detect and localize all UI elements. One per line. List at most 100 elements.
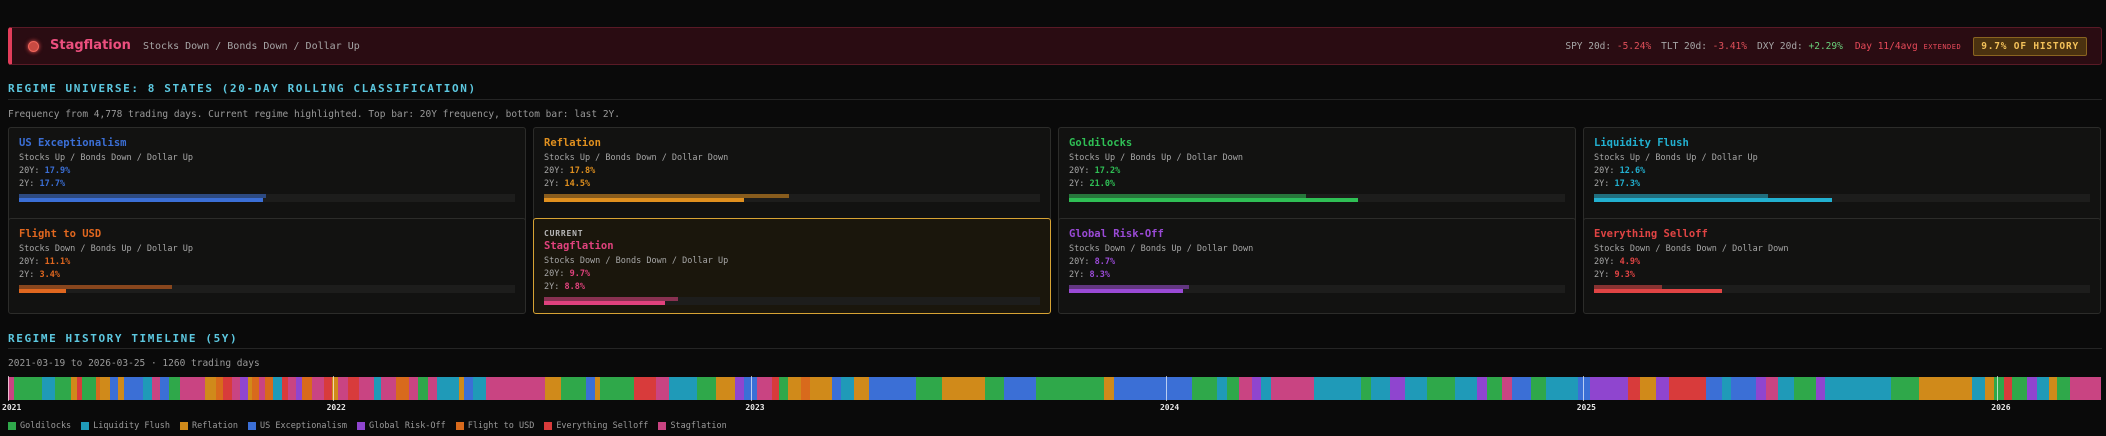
timeline-segment[interactable] — [1765, 377, 1779, 400]
regime-card-us-exceptionalism[interactable]: US Exceptionalism Stocks Up / Bonds Down … — [8, 127, 526, 223]
timeline-segment[interactable] — [1530, 377, 1547, 400]
timeline-segment[interactable] — [1270, 377, 1315, 400]
timeline-segment[interactable] — [1778, 377, 1794, 400]
timeline-segment[interactable] — [338, 377, 348, 400]
timeline-segment[interactable] — [1477, 377, 1487, 400]
timeline-segment[interactable] — [427, 377, 438, 400]
timeline-segment[interactable] — [916, 377, 942, 400]
timeline-segment[interactable] — [288, 377, 297, 400]
timeline-segment[interactable] — [600, 377, 635, 400]
timeline-segment[interactable] — [1370, 377, 1390, 400]
timeline-segment[interactable] — [264, 377, 273, 400]
regime-card-goldilocks[interactable]: Goldilocks Stocks Up / Bonds Up / Dollar … — [1058, 127, 1576, 223]
timeline-segment[interactable] — [1668, 377, 1707, 400]
timeline-segment[interactable] — [831, 377, 842, 400]
timeline-segment[interactable] — [1972, 377, 1985, 400]
timeline-segment[interactable] — [560, 377, 586, 400]
regime-card-stagflation[interactable]: CURRENT Stagflation Stocks Down / Bonds Do… — [533, 218, 1051, 314]
regime-card-flight-to-usd[interactable]: Flight to USD Stocks Down / Bonds Up / Do… — [8, 218, 526, 314]
timeline-segment[interactable] — [14, 377, 43, 400]
timeline-segment[interactable] — [1004, 377, 1036, 400]
timeline-segment[interactable] — [1502, 377, 1512, 400]
timeline-segment[interactable] — [109, 377, 118, 400]
timeline-segment[interactable] — [2069, 377, 2101, 400]
timeline-segment[interactable] — [715, 377, 735, 400]
timeline-segment[interactable] — [81, 377, 96, 400]
timeline-segment[interactable] — [1706, 377, 1722, 400]
timeline-segment[interactable] — [1104, 377, 1114, 400]
timeline-segment[interactable] — [1405, 377, 1428, 400]
timeline-segment[interactable] — [239, 377, 248, 400]
timeline-segment[interactable] — [734, 377, 745, 400]
timeline-segment[interactable] — [380, 377, 397, 400]
timeline-segment[interactable] — [159, 377, 170, 400]
timeline-segment[interactable] — [778, 377, 788, 400]
timeline-segment[interactable] — [418, 377, 428, 400]
timeline-segment[interactable] — [311, 377, 325, 400]
timeline-segment[interactable] — [1577, 377, 1591, 400]
timeline-segment[interactable] — [800, 377, 810, 400]
timeline-segment[interactable] — [2027, 377, 2037, 400]
timeline-segment[interactable] — [1546, 377, 1578, 400]
timeline-segment[interactable] — [100, 377, 110, 400]
timeline-segment[interactable] — [1511, 377, 1531, 400]
timeline-segment[interactable] — [2036, 377, 2050, 400]
timeline-segment[interactable] — [1389, 377, 1406, 400]
timeline-segment[interactable] — [1721, 377, 1732, 400]
timeline-segment[interactable] — [1994, 377, 2004, 400]
timeline-segment[interactable] — [205, 377, 217, 400]
timeline-segment[interactable] — [697, 377, 716, 400]
timeline-segment[interactable] — [656, 377, 669, 400]
timeline-segment[interactable] — [347, 377, 359, 400]
timeline-segment[interactable] — [1731, 377, 1757, 400]
timeline-segment[interactable] — [1455, 377, 1478, 400]
timeline-segment[interactable] — [941, 377, 986, 400]
timeline-segment[interactable] — [1890, 377, 1920, 400]
timeline-segment[interactable] — [324, 377, 333, 400]
timeline-segment[interactable] — [1239, 377, 1252, 400]
timeline-segment[interactable] — [1113, 377, 1193, 400]
timeline-segment[interactable] — [853, 377, 870, 400]
timeline-segment[interactable] — [1261, 377, 1271, 400]
timeline-segment[interactable] — [2049, 377, 2058, 400]
timeline-segment[interactable] — [396, 377, 409, 400]
timeline-segment[interactable] — [302, 377, 312, 400]
timeline-segment[interactable] — [42, 377, 55, 400]
timeline-segment[interactable] — [1251, 377, 1262, 400]
timeline-segment[interactable] — [756, 377, 773, 400]
timeline-segment[interactable] — [55, 377, 71, 400]
timeline-segment[interactable] — [1815, 377, 1826, 400]
regime-card-global-risk-off[interactable]: Global Risk-Off Stocks Down / Bonds Up / … — [1058, 218, 1576, 314]
timeline-segment[interactable] — [2057, 377, 2070, 400]
timeline-segment[interactable] — [1985, 377, 1995, 400]
timeline-segment[interactable] — [142, 377, 153, 400]
timeline-segment[interactable] — [2003, 377, 2012, 400]
regime-card-liquidity-flush[interactable]: Liquidity Flush Stocks Up / Bonds Up / Do… — [1583, 127, 2101, 223]
timeline-segment[interactable] — [272, 377, 283, 400]
timeline-segment[interactable] — [1627, 377, 1641, 400]
timeline-segment[interactable] — [1825, 377, 1891, 400]
timeline-segment[interactable] — [1793, 377, 1816, 400]
timeline-segment[interactable] — [169, 377, 181, 400]
timeline-segment[interactable] — [809, 377, 832, 400]
timeline-segment[interactable] — [437, 377, 460, 400]
timeline-segment[interactable] — [1655, 377, 1669, 400]
timeline-segment[interactable] — [985, 377, 1005, 400]
timeline-segment[interactable] — [1919, 377, 1973, 400]
timeline-segment[interactable] — [1590, 377, 1628, 400]
timeline-segment[interactable] — [1640, 377, 1656, 400]
timeline-segment[interactable] — [585, 377, 596, 400]
timeline-segment[interactable] — [545, 377, 561, 400]
timeline-segment[interactable] — [668, 377, 698, 400]
timeline-segment[interactable] — [1314, 377, 1362, 400]
regime-card-reflation[interactable]: Reflation Stocks Up / Bonds Down / Dollar… — [533, 127, 1051, 223]
timeline-segment[interactable] — [1756, 377, 1766, 400]
timeline-segment[interactable] — [463, 377, 474, 400]
timeline-segment[interactable] — [1361, 377, 1371, 400]
timeline-segment[interactable] — [473, 377, 486, 400]
timeline-segment[interactable] — [1192, 377, 1218, 400]
regime-timeline-bar[interactable] — [8, 377, 2102, 400]
timeline-segment[interactable] — [123, 377, 143, 400]
timeline-segment[interactable] — [408, 377, 419, 400]
regime-card-everything-selloff[interactable]: Everything Selloff Stocks Down / Bonds Do… — [1583, 218, 2101, 314]
